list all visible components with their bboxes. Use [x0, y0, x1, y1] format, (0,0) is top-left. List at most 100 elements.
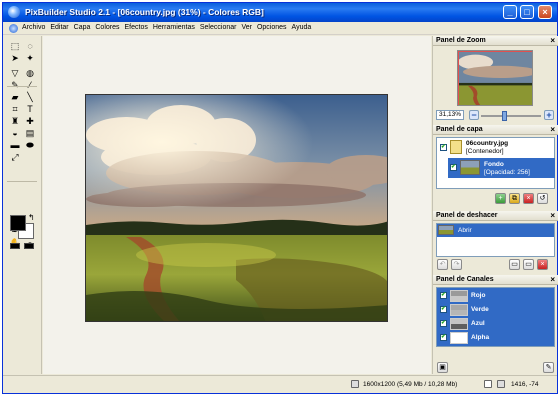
cursor-coords-text: 1416, -74	[511, 381, 539, 388]
document-image[interactable]	[85, 94, 388, 322]
layer-name: Fondo	[484, 161, 504, 168]
undo-buttons: ↶ ↷ ▭ ▭ ×	[433, 259, 558, 271]
menu-herramientas[interactable]: Herramientas	[153, 24, 195, 31]
menu-seleccionar[interactable]: Seleccionar	[200, 24, 237, 31]
undo-panel-title: Panel de deshacer	[436, 212, 498, 219]
channel-thumbnail	[450, 290, 468, 302]
menu-colores[interactable]: Colores	[95, 24, 119, 31]
zoom-out-button[interactable]: −	[469, 110, 479, 120]
history-list: Abrir	[436, 223, 555, 257]
status-dropdown-icon[interactable]	[484, 380, 492, 388]
undo-panel-close-icon[interactable]: ×	[550, 211, 555, 220]
channel-edit-button[interactable]: ✎	[543, 362, 554, 373]
crop-icon[interactable]: ⌗	[8, 103, 22, 115]
channel-visibility-checkbox[interactable]: ✔	[440, 334, 447, 341]
channel-visibility-checkbox[interactable]: ✔	[440, 320, 447, 327]
redo-button[interactable]: ↷	[451, 259, 462, 270]
lasso-icon[interactable]: ◌	[23, 40, 37, 52]
channels-panel-close-icon[interactable]: ×	[550, 275, 555, 284]
app-icon[interactable]	[8, 6, 20, 18]
menu-efectos[interactable]: Efectos	[125, 24, 148, 31]
line-icon[interactable]: ╲	[23, 91, 37, 103]
menu-ver[interactable]: Ver	[241, 24, 252, 31]
history-thumbnail	[438, 225, 454, 235]
zoom-navigator[interactable]	[457, 50, 533, 106]
zoom-slider[interactable]	[481, 115, 541, 117]
eraser-icon[interactable]: ▰	[8, 91, 22, 103]
maximize-button[interactable]: □	[520, 5, 534, 19]
title-bar[interactable]: PixBuilder Studio 2.1 - [06country.jpg (…	[3, 3, 557, 22]
foreground-color-swatch[interactable]	[10, 215, 26, 231]
magic-wand-icon[interactable]: ✦	[23, 52, 37, 64]
app-menu-icon[interactable]	[9, 24, 18, 33]
channel-row-azul[interactable]: ✔ Azul	[437, 317, 554, 331]
menu-opciones[interactable]: Opciones	[257, 24, 287, 31]
default-colors-icon[interactable]	[10, 243, 20, 249]
close-button[interactable]: ×	[538, 5, 552, 19]
new-document-from-state-button[interactable]: ▭	[523, 259, 534, 270]
brush-icon[interactable]: ⁄	[23, 79, 37, 91]
container-sub: [Contenedor]	[466, 148, 504, 155]
menu-editar[interactable]: Editar	[50, 24, 68, 31]
image-size-icon	[351, 380, 359, 388]
channel-label: Rojo	[471, 292, 486, 299]
zoom-percent-field[interactable]: 31,13%	[436, 110, 464, 120]
container-name[interactable]: 06country.jpg	[466, 140, 508, 147]
container-visibility-checkbox[interactable]: ✔	[440, 144, 447, 151]
channels-list: ✔ Rojo ✔ Verde ✔ Azul ✔ Alpha	[436, 287, 555, 347]
gradient-icon[interactable]: ▤	[23, 127, 37, 139]
delete-layer-button[interactable]: ×	[523, 193, 534, 204]
layers-panel-close-icon[interactable]: ×	[550, 125, 555, 134]
channel-thumbnail	[450, 332, 468, 344]
image-size-text: 1600x1200 (5,49 Mb / 10,28 Mb)	[363, 381, 458, 388]
folder-icon	[450, 140, 462, 154]
toolbox-divider	[7, 181, 37, 182]
swap-colors-icon[interactable]: ↰	[28, 213, 35, 222]
zoom-panel-close-icon[interactable]: ×	[550, 36, 555, 45]
layer-row-fondo[interactable]: ✔ Fondo [Opacidad: 256]	[448, 158, 555, 178]
bucket-icon[interactable]: ◒	[8, 127, 22, 139]
minimize-button[interactable]: _	[503, 5, 517, 19]
layers-panel-title: Panel de capa	[436, 126, 483, 133]
history-item[interactable]: Abrir	[437, 224, 554, 237]
rect-select-icon[interactable]: ⬚	[8, 40, 22, 52]
layer-opacity: [Opacidad: 256]	[484, 169, 530, 176]
menu-capa[interactable]: Capa	[74, 24, 91, 31]
layer-visibility-checkbox[interactable]: ✔	[450, 164, 457, 171]
zoom-in-button[interactable]: +	[544, 110, 554, 120]
canvas-area[interactable]	[43, 36, 431, 374]
channel-row-alpha[interactable]: ✔ Alpha	[437, 331, 554, 345]
quick-mask-icon[interactable]	[24, 243, 34, 249]
snapshot-button[interactable]: ▭	[509, 259, 520, 270]
magnetic-lasso-icon[interactable]: ◍	[23, 67, 37, 79]
channel-thumbnail	[450, 318, 468, 330]
new-layer-button[interactable]: +	[495, 193, 506, 204]
layer-properties-button[interactable]: ↺	[537, 193, 548, 204]
channel-row-verde[interactable]: ✔ Verde	[437, 303, 554, 317]
ellipse-shape-icon[interactable]: ⬬	[23, 139, 37, 151]
blank-icon[interactable]	[23, 151, 37, 163]
zoom-view-frame[interactable]	[458, 51, 532, 105]
move-icon[interactable]: ➤	[8, 52, 22, 64]
undo-panel-header: Panel de deshacer ×	[433, 211, 558, 221]
poly-lasso-icon[interactable]: ▽	[8, 67, 22, 79]
menu-ayuda[interactable]: Ayuda	[292, 24, 312, 31]
transform-icon[interactable]: ⤢	[8, 151, 22, 163]
channel-visibility-checkbox[interactable]: ✔	[440, 306, 447, 313]
pencil-icon[interactable]: ✎	[8, 79, 22, 91]
duplicate-layer-button[interactable]: ⧉	[509, 193, 520, 204]
heal-icon[interactable]: ✚	[23, 115, 37, 127]
channel-visibility-checkbox[interactable]: ✔	[440, 292, 447, 299]
delete-state-button[interactable]: ×	[537, 259, 548, 270]
channel-to-selection-button[interactable]: ▣	[437, 362, 448, 373]
status-bar: 1600x1200 (5,49 Mb / 10,28 Mb) 1416, -74	[3, 375, 557, 393]
text-icon[interactable]: T	[23, 103, 37, 115]
channel-row-rojo[interactable]: ✔ Rojo	[437, 289, 554, 303]
menu-archivo[interactable]: Archivo	[22, 24, 45, 31]
rect-shape-icon[interactable]: ▬	[8, 139, 22, 151]
zoom-slider-knob[interactable]	[501, 111, 507, 121]
undo-button[interactable]: ↶	[437, 259, 448, 270]
zoom-panel-title: Panel de Zoom	[436, 37, 486, 44]
clone-stamp-icon[interactable]: ♜	[8, 115, 22, 127]
layer-thumbnail	[460, 160, 480, 175]
